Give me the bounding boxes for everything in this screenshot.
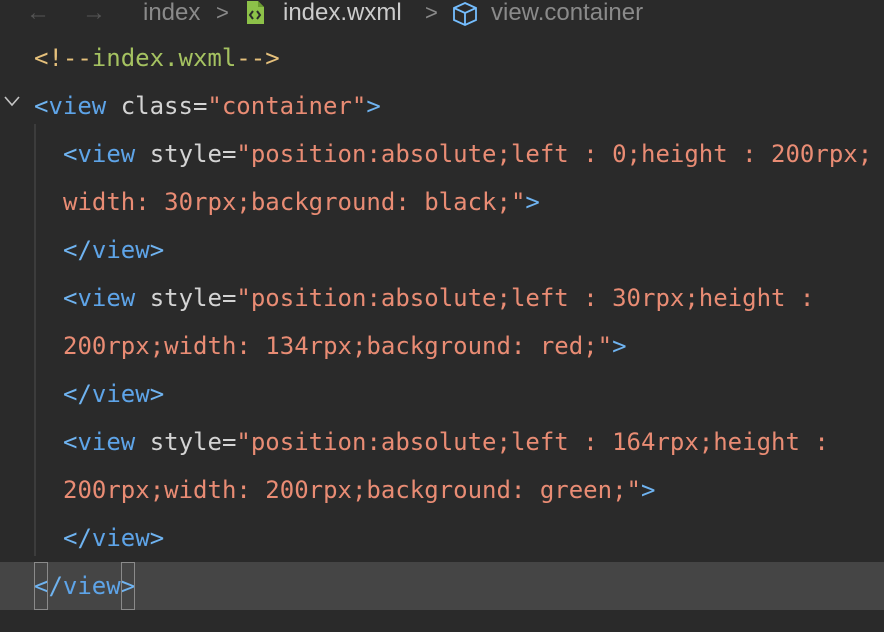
code-line[interactable]: 200rpx;width: 200rpx;background: green;"… <box>0 466 884 514</box>
code-text: 200rpx;width: 200rpx;background: green;"… <box>63 476 656 504</box>
breadcrumb: ← → index > index.wxml > view.container <box>0 0 884 28</box>
code-text: </view> <box>63 236 165 264</box>
code-line[interactable]: <view style="position:absolute;left : 0;… <box>0 130 884 178</box>
code-line[interactable]: <view class="container"> <box>0 82 884 130</box>
breadcrumb-element[interactable]: view.container <box>491 0 643 28</box>
breadcrumb-folder[interactable]: index <box>143 0 200 28</box>
code-line[interactable]: <view style="position:absolute;left : 30… <box>0 274 884 322</box>
code-comment: <!--index.wxml--> <box>34 44 280 72</box>
code-text: width: 30rpx;background: black;"> <box>63 188 540 216</box>
forward-arrow-icon[interactable]: → <box>82 0 106 28</box>
code-text: 200rpx;width: 134rpx;background: red;"> <box>63 332 627 360</box>
bracket-match-highlight: < <box>34 562 49 610</box>
active-code-line[interactable]: </view> <box>0 562 884 610</box>
code-line[interactable]: width: 30rpx;background: black;"> <box>0 178 884 226</box>
cube-icon <box>453 2 477 26</box>
back-arrow-icon[interactable]: ← <box>26 0 50 28</box>
code-line[interactable]: </view> <box>0 514 884 562</box>
code-line[interactable]: 200rpx;width: 134rpx;background: red;"> <box>0 322 884 370</box>
chevron-down-icon[interactable] <box>2 94 22 110</box>
code-line[interactable]: <!--index.wxml--> <box>0 34 884 82</box>
file-code-icon <box>247 1 264 24</box>
code-text: <view style="position:absolute;left : 30… <box>63 284 815 312</box>
code-text: <view class="container"> <box>34 92 381 120</box>
code-text: </view> <box>34 562 136 610</box>
breadcrumb-separator: > <box>216 0 229 25</box>
code-line[interactable]: </view> <box>0 370 884 418</box>
code-editor[interactable]: <!--index.wxml--> <view class="container… <box>0 28 884 632</box>
code-text: <view style="position:absolute;left : 0;… <box>63 140 873 168</box>
code-line[interactable]: </view> <box>0 226 884 274</box>
code-text: </view> <box>63 380 165 408</box>
code-text: </view> <box>63 524 165 552</box>
bracket-match-highlight: > <box>120 562 136 610</box>
breadcrumb-file[interactable]: index.wxml <box>283 0 402 28</box>
code-text: <view style="position:absolute;left : 16… <box>63 428 829 456</box>
code-line[interactable]: <view style="position:absolute;left : 16… <box>0 418 884 466</box>
breadcrumb-separator: > <box>425 0 438 25</box>
